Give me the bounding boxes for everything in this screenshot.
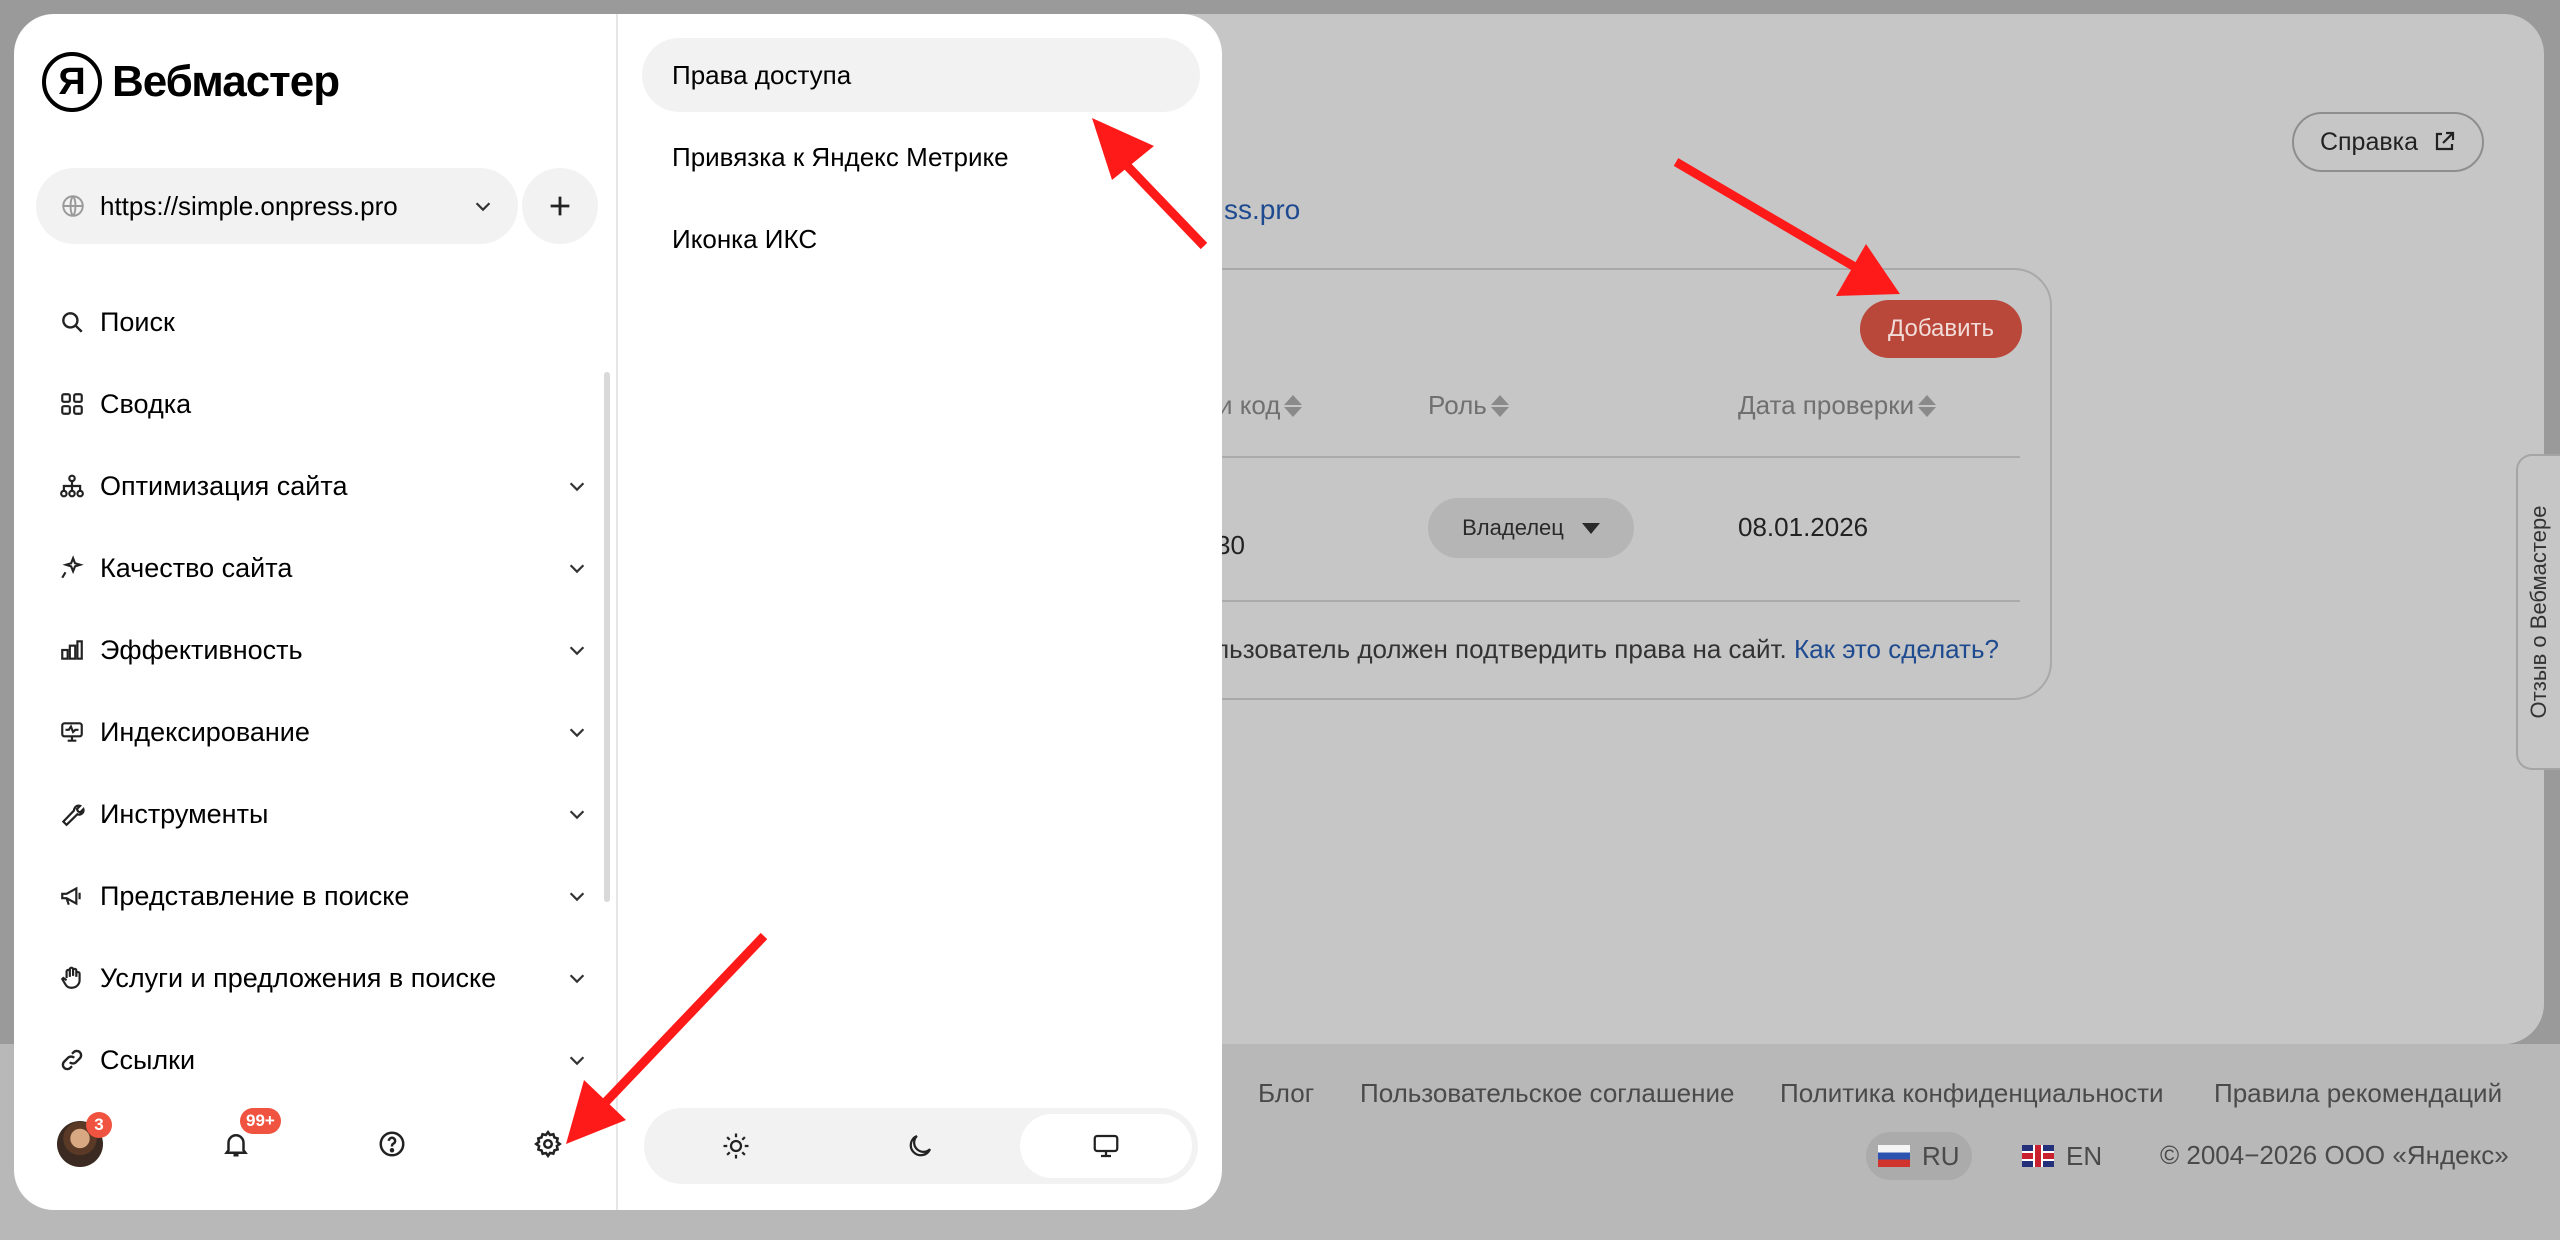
sparkle-icon — [58, 554, 86, 582]
nav-scrollbar[interactable] — [604, 372, 610, 902]
external-link-icon — [2435, 131, 2455, 151]
gear-icon — [533, 1129, 562, 1159]
role-dropdown[interactable]: Владелец — [1428, 498, 1634, 558]
chevron-down-icon — [569, 974, 585, 984]
chevron-down-icon — [569, 646, 585, 656]
question-icon — [379, 1131, 405, 1157]
help-button-label: Справка — [2319, 127, 2419, 156]
avatar-badge: 3 — [86, 1112, 112, 1138]
site-link[interactable]: ss.pro — [1224, 194, 1300, 226]
dashboard-icon — [58, 390, 86, 418]
uk-flag-icon — [2022, 1145, 2054, 1167]
megaphone-icon — [58, 882, 86, 910]
nav-item-indexing[interactable]: Индексирование — [58, 702, 588, 762]
lang-en-button[interactable]: EN — [2010, 1132, 2114, 1180]
nav-item-search[interactable]: Поиск — [58, 292, 588, 352]
nav-item-services[interactable]: Услуги и предложения в поиске — [58, 948, 588, 1008]
nav-item-quality[interactable]: Качество сайта — [58, 538, 588, 598]
nav-item-search-appearance[interactable]: Представление в поиске — [58, 866, 588, 926]
help-button[interactable]: Справка — [2292, 112, 2484, 172]
footer-link-agreement[interactable]: Пользовательское соглашение — [1360, 1078, 1735, 1109]
column-header-date[interactable]: Дата проверки — [1738, 390, 1937, 421]
how-to-link[interactable]: Как это сделать? — [1794, 634, 1999, 664]
notifications-badge: 99+ — [240, 1108, 281, 1134]
navigation-panel: Я Вебмастер https://simple.onpress.pro П… — [14, 14, 1222, 1210]
nav-item-links[interactable]: Ссылки — [58, 1030, 588, 1090]
chevron-down-icon — [569, 728, 585, 738]
feedback-tab[interactable]: Отзыв о Вебмастере — [2516, 454, 2560, 770]
chevron-down-icon — [569, 810, 585, 820]
wrench-icon — [58, 800, 86, 828]
submenu-item-metrica-binding[interactable]: Привязка к Яндекс Метрике — [642, 120, 1200, 194]
chevron-down-icon — [569, 892, 585, 902]
sort-icon — [1284, 394, 1303, 417]
chevron-down-icon — [569, 482, 585, 492]
theme-light-button[interactable] — [650, 1114, 822, 1178]
bottom-toolbar: 3 99+ — [14, 1104, 618, 1184]
submenu-item-access-rights[interactable]: Права доступа — [642, 38, 1200, 112]
moon-icon — [909, 1134, 932, 1157]
search-icon — [58, 308, 86, 336]
monitor-icon — [58, 718, 86, 746]
lang-ru-button[interactable]: RU — [1866, 1132, 1972, 1180]
link-icon — [58, 1046, 86, 1074]
column-header-code[interactable]: и код — [1218, 390, 1303, 421]
theme-switcher — [644, 1108, 1198, 1184]
site-url: https://simple.onpress.pro — [100, 190, 398, 221]
site-selector[interactable]: https://simple.onpress.pro — [36, 168, 518, 244]
copyright: © 2004−2026 ООО «Яндекс» — [2160, 1140, 2509, 1170]
settings-button[interactable] — [518, 1114, 578, 1174]
add-site-button[interactable] — [522, 168, 598, 244]
nav-item-tools[interactable]: Инструменты — [58, 784, 588, 844]
caret-down-icon — [1581, 522, 1600, 534]
notifications-button[interactable]: 99+ — [206, 1108, 281, 1174]
nav-item-efficiency[interactable]: Эффективность — [58, 620, 588, 680]
monitor-icon — [1093, 1134, 1119, 1158]
sort-icon — [1490, 394, 1509, 417]
chevron-down-icon — [569, 564, 585, 574]
sun-icon — [723, 1133, 749, 1159]
plus-icon — [550, 196, 570, 216]
bell-icon — [224, 1134, 248, 1157]
hand-icon — [58, 964, 86, 992]
yandex-logo-icon: Я — [42, 52, 102, 112]
help-icon-button[interactable] — [362, 1114, 422, 1174]
bar-chart-icon — [58, 636, 86, 664]
footer-link-recommendations[interactable]: Правила рекомендаций — [2214, 1078, 2502, 1109]
footer-link-blog[interactable]: Блог — [1258, 1078, 1314, 1109]
row-date: 08.01.2026 — [1738, 512, 1869, 542]
theme-system-button[interactable] — [1020, 1114, 1192, 1178]
chevron-down-icon — [475, 202, 491, 212]
sitemap-icon — [58, 472, 86, 500]
webmaster-logo[interactable]: Я Вебмастер — [42, 52, 340, 112]
user-avatar-button[interactable]: 3 — [50, 1112, 112, 1174]
table-divider — [1220, 456, 2020, 458]
chevron-down-icon — [569, 1056, 585, 1066]
table-divider — [1220, 600, 2020, 602]
info-note: льзователь должен подтвердить права на с… — [1214, 634, 1999, 664]
nav-item-summary[interactable]: Сводка — [58, 374, 588, 434]
nav-item-optimization[interactable]: Оптимизация сайта — [58, 456, 588, 516]
sort-icon — [1918, 394, 1937, 417]
settings-submenu: Права доступа Привязка к Яндекс Метрике … — [620, 14, 1222, 1210]
add-button[interactable]: Добавить — [1860, 300, 2022, 358]
logo-text: Вебмастер — [112, 57, 340, 106]
footer-link-privacy[interactable]: Политика конфиденциальности — [1780, 1078, 2164, 1109]
submenu-item-iks-icon[interactable]: Иконка ИКС — [642, 202, 1200, 276]
column-header-role[interactable]: Роль — [1428, 390, 1509, 421]
main-menu: Я Вебмастер https://simple.onpress.pro П… — [14, 14, 618, 1210]
theme-dark-button[interactable] — [834, 1114, 1006, 1178]
russia-flag-icon — [1878, 1145, 1910, 1167]
role-value: Владелец — [1462, 515, 1564, 540]
globe-icon — [62, 195, 84, 217]
